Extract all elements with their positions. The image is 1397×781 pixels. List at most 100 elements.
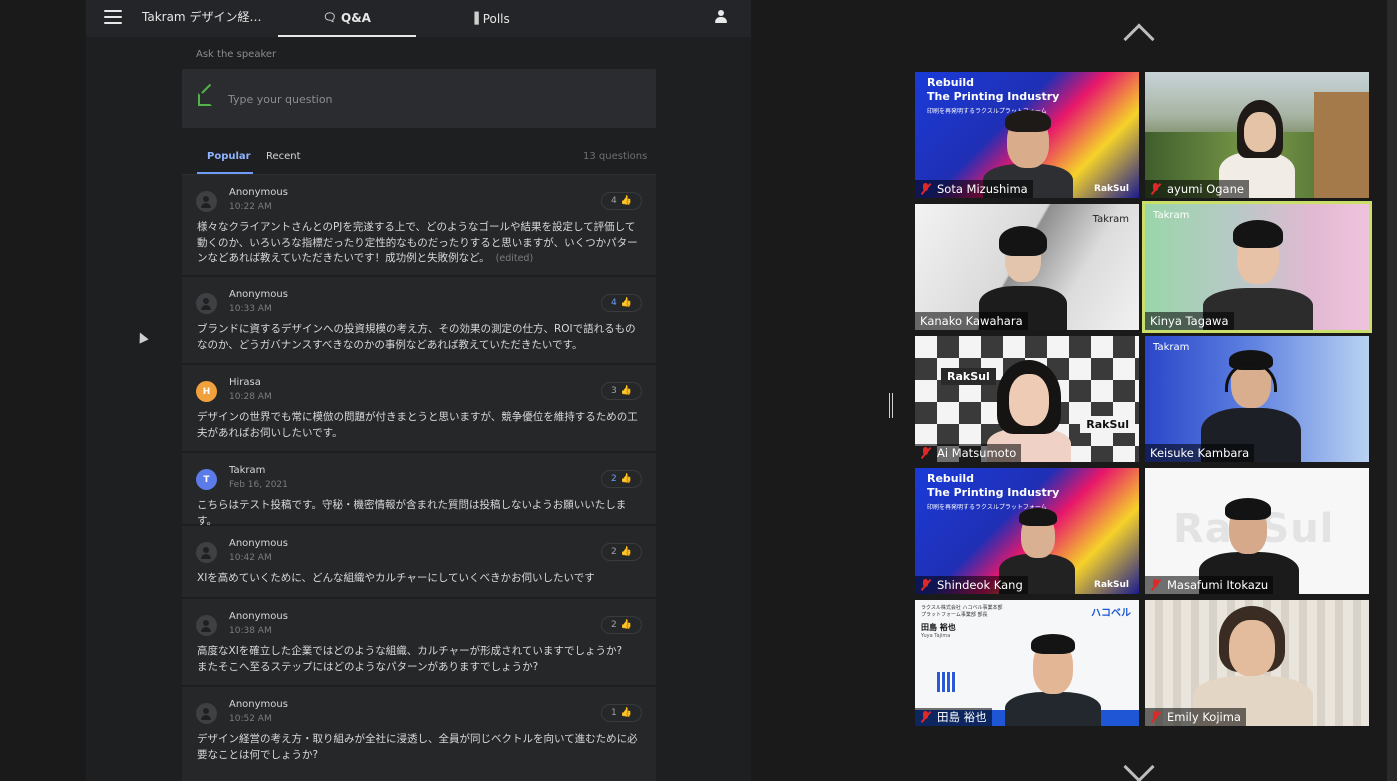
video-gallery: Rebuild The Printing Industry 印刷を再発明するラク… [751,0,1397,781]
video-tile[interactable]: Takram Kanako Kawahara [915,204,1139,330]
video-tile[interactable]: Takram Keisuke Kambara [1145,336,1369,462]
window-edge [1387,0,1397,781]
participant-name: Keisuke Kambara [1150,446,1250,460]
banner-title-line2: The Printing Industry [927,90,1060,103]
avatar [196,615,217,636]
panel-resize-handle[interactable] [889,393,893,418]
sort-tab-recent[interactable]: Recent [266,151,301,162]
question-timestamp: Feb 16, 2021 [229,480,288,490]
video-tile[interactable]: Rebuild The Printing Industry 印刷を再発明するラク… [915,72,1139,198]
question-author: Anonymous [229,289,288,300]
thumbs-up-icon: 👍 [620,196,632,206]
ask-speaker-label: Ask the speaker [196,49,277,60]
qa-panel: Takram デザイン経… 🗨 Q&A ▐ Polls Ask the spea… [86,0,751,781]
participant-name: Ai Matsumoto [937,446,1017,460]
question-card: Anonymous 10:52 AM デザイン経営の考え方・取り組みが全社に浸透し、… [182,687,656,781]
like-button[interactable]: 4 👍 [601,192,642,210]
participant-name-plate: Keisuke Kambara [1145,444,1255,462]
takram-logo: Takram [1092,214,1129,225]
avatar: T [196,469,217,490]
participant-name-plate: ayumi Ogane [1145,180,1249,198]
like-button[interactable]: 2 👍 [601,470,642,488]
question-card: Anonymous 10:38 AM 高度なXIを確立した企業ではどのような組織、カ… [182,599,656,686]
participant-name: Shindeok Kang [937,578,1023,592]
participant-name-plate: Emily Kojima [1145,708,1246,726]
avatar: H [196,381,217,402]
card-company: ラクスル株式会社 ハコベル事業本部 [921,605,1003,611]
edited-label: (edited) [495,253,534,264]
participant-name-plate: Kinya Tagawa [1145,312,1234,330]
question-input[interactable]: Type your question [182,69,656,128]
menu-icon[interactable] [104,10,122,24]
video-tile[interactable]: Rebuild The Printing Industry 印刷を再発明するラク… [915,468,1139,594]
question-card: Anonymous 10:22 AM 様々なクライアントさんとのPJを完遂する上で、… [182,175,656,276]
question-author: Hirasa [229,377,261,388]
participant-name: 田島 裕也 [937,710,987,724]
raksul-logo: RakSul [1094,184,1129,194]
sort-tab-popular[interactable]: Popular [207,151,251,162]
mic-muted-icon [1150,711,1161,723]
like-count: 3 [611,386,617,396]
question-card: Anonymous 10:33 AM ブランドに資するデザインへの投資規模の考え方、… [182,277,656,364]
video-tile[interactable]: RakSul Masafumi Itokazu [1145,468,1369,594]
question-text: デザイン経営の考え方・取り組みが全社に浸透し、全員が同じベクトルを向いて進むため… [197,732,642,763]
question-body: 高度なXIを確立した企業ではどのような組織、カルチャーが形成されていますでしょう… [197,645,623,673]
banner-title-line1: Rebuild [927,472,975,485]
thumbs-up-icon: 👍 [620,474,632,484]
like-button[interactable]: 1 👍 [601,704,642,722]
question-timestamp: 10:22 AM [229,202,272,212]
participant-name-plate: Shindeok Kang [915,576,1028,594]
video-tile[interactable]: ayumi Ogane [1145,72,1369,198]
video-tile[interactable]: Emily Kojima [1145,600,1369,726]
question-text: ブランドに資するデザインへの投資規模の考え方、その効果の測定の仕方、ROIで語れ… [197,322,642,353]
question-author: Anonymous [229,538,288,549]
mic-muted-icon [920,711,931,723]
mic-muted-icon [920,579,931,591]
thumbs-up-icon: 👍 [620,708,632,718]
like-count: 1 [611,708,617,718]
card-name-en: Yuya Tajima [921,633,951,639]
like-count: 4 [611,298,617,308]
question-text: 様々なクライアントさんとのPJを完遂する上で、どのようなゴールや結果を設定して評… [197,220,642,267]
video-tile-active-speaker[interactable]: Takram Kinya Tagawa [1142,201,1372,333]
question-body: デザイン経営の考え方・取り組みが全社に浸透し、全員が同じベクトルを向いて進むため… [197,733,638,761]
like-button[interactable]: 3 👍 [601,382,642,400]
card-name: 田島 裕也 [921,623,956,632]
participant-name: Emily Kojima [1167,710,1241,724]
tab-polls-label: Polls [482,11,510,26]
like-button[interactable]: 2 👍 [601,616,642,634]
video-tile[interactable]: RakSul RakSul Ai Matsumoto [915,336,1139,462]
participant-name: Sota Mizushima [937,182,1028,196]
avatar [196,293,217,314]
participant-name-plate: Kanako Kawahara [915,312,1028,330]
question-author: Anonymous [229,187,288,198]
tab-polls[interactable]: ▐ Polls [421,0,559,37]
avatar [196,191,217,212]
takram-logo: Takram [1153,210,1190,221]
question-author: Takram [229,465,266,476]
participant-name-plate: 田島 裕也 [915,708,992,726]
question-card: T Takram Feb 16, 2021 こちらはテスト投稿です。守秘・機密情報が含… [182,453,656,527]
question-text: XIを高めていくために、どんな組織やカルチャーにしていくべきかお伺いしたいです [197,571,642,587]
banner-title-line2: The Printing Industry [927,486,1060,499]
question-timestamp: 10:28 AM [229,392,272,402]
question-card: Anonymous 10:42 AM XIを高めていくために、どんな組織やカルチャー… [182,526,656,598]
compose-icon [198,93,212,106]
avatar [196,542,217,563]
user-profile-icon[interactable] [714,10,728,24]
qr-code [937,672,957,692]
question-timestamp: 10:52 AM [229,714,272,724]
chevron-down-icon[interactable] [1123,751,1155,781]
like-button[interactable]: 2 👍 [601,543,642,561]
question-body: XIを高めていくために、どんな組織やカルチャーにしていくべきかお伺いしたいです [197,572,595,584]
mic-muted-icon [920,447,931,459]
question-author: Anonymous [229,699,288,710]
raksul-logo: RakSul [941,368,996,385]
video-tile[interactable]: ラクスル株式会社 ハコベル事業本部 プラットフォーム事業部 部長 田島 裕也 Y… [915,600,1139,726]
participant-name: Kanako Kawahara [920,314,1023,328]
like-button[interactable]: 4 👍 [601,294,642,312]
question-count: 13 questions [583,151,648,162]
participant-name: Kinya Tagawa [1150,314,1229,328]
tab-qa[interactable]: 🗨 Q&A [278,0,416,37]
chevron-up-icon[interactable] [1123,23,1155,55]
